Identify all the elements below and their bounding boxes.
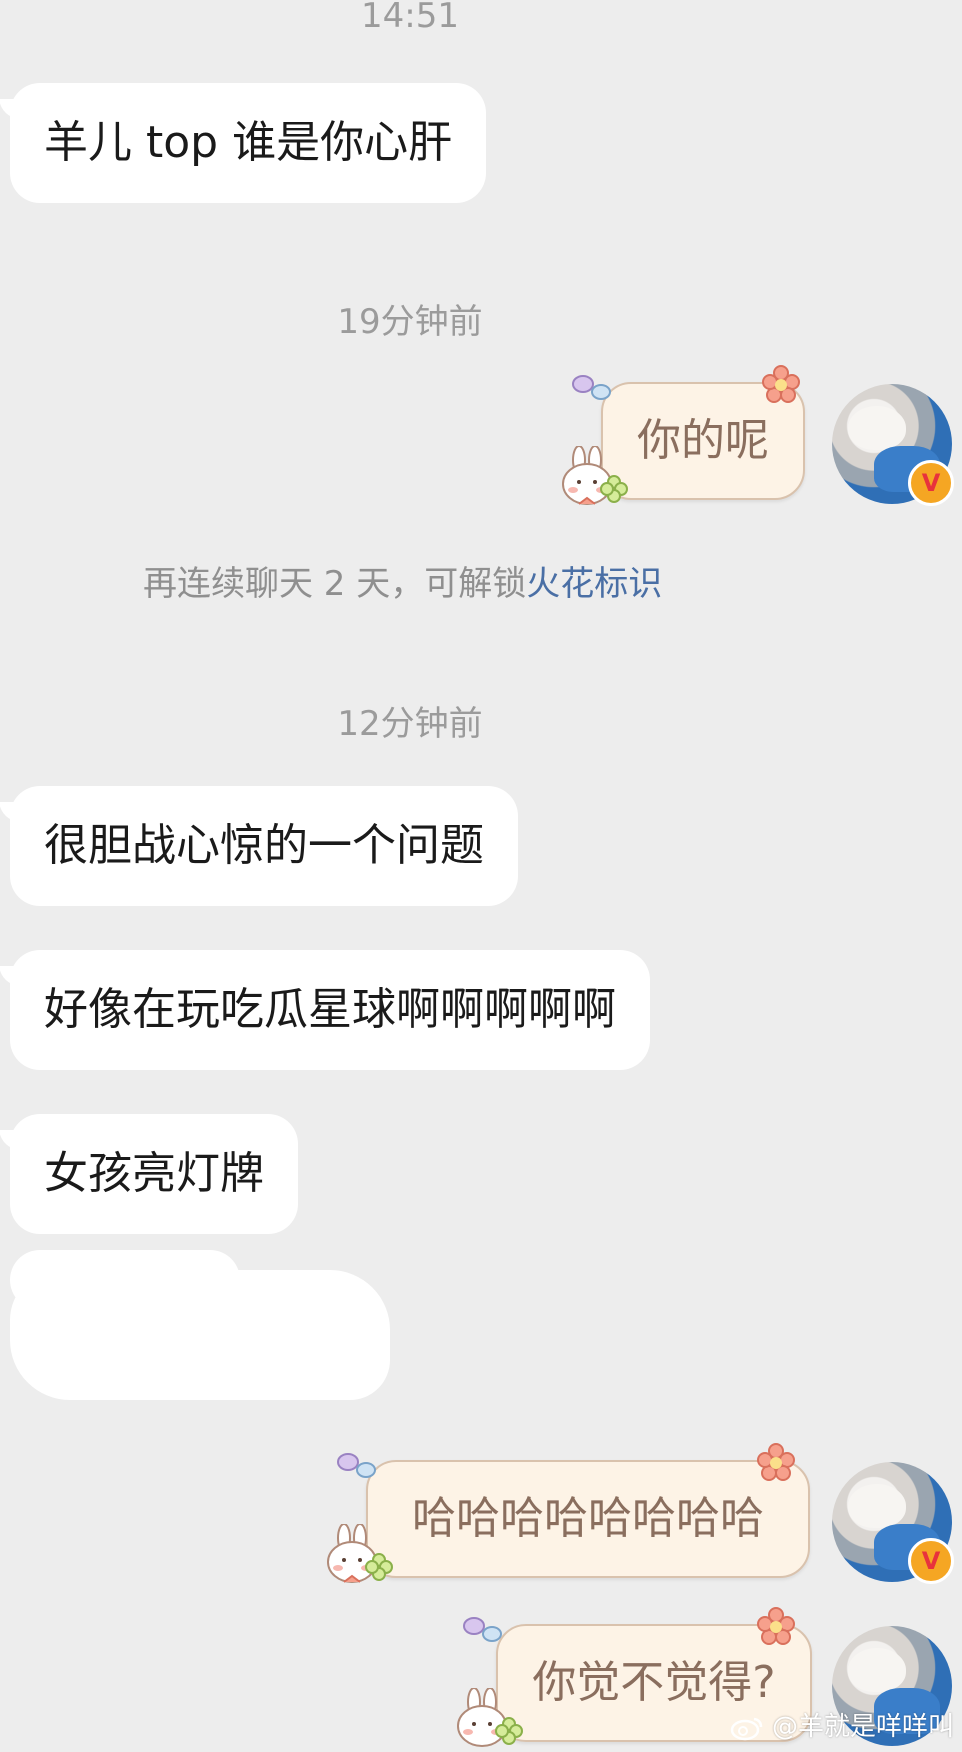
message-bubble-incoming[interactable]: 羊儿 top 谁是你心肝 <box>10 83 487 203</box>
flower-icon <box>757 1607 795 1645</box>
avatar-lamb <box>848 1484 906 1528</box>
user-avatar[interactable]: V <box>832 384 954 506</box>
message-bubble-incoming[interactable]: 好像在玩吃瓜星球啊啊啊啊啊 <box>10 950 650 1070</box>
clover-icon <box>495 1717 523 1745</box>
avatar-lamb <box>848 1648 906 1692</box>
butterfly-icon <box>463 1617 502 1642</box>
message-bubble-incoming[interactable]: 很胆战心惊的一个问题 <box>10 786 518 906</box>
clover-icon <box>600 475 628 503</box>
verified-badge-icon: V <box>908 1538 954 1584</box>
message-group-outgoing: 哈哈哈哈哈哈哈哈 <box>327 1443 820 1588</box>
timestamp: 14:51 <box>361 0 459 36</box>
timestamp: 19分钟前 <box>337 302 483 342</box>
flower-icon <box>762 365 800 403</box>
weibo-logo-icon <box>730 1717 762 1740</box>
verified-badge-icon: V <box>908 460 954 506</box>
avatar-lamb <box>848 406 906 450</box>
message-bubble-outgoing[interactable]: 哈哈哈哈哈哈哈哈 <box>366 1460 810 1578</box>
butterfly-icon <box>572 375 611 400</box>
message-group-outgoing: 你的呢 <box>562 365 820 510</box>
message-bubble-incoming[interactable]: 女孩亮灯牌 <box>10 1114 298 1234</box>
watermark-text: @羊就是咩咩叫 <box>771 1712 954 1742</box>
streak-hint-text: 再连续聊天 2 天，可解锁 <box>143 564 527 604</box>
streak-hint: 再连续聊天 2 天，可解锁火花标识 <box>143 556 662 605</box>
spark-badge-link[interactable]: 火花标识 <box>526 564 662 604</box>
butterfly-icon <box>337 1453 376 1478</box>
flower-icon <box>757 1443 795 1481</box>
watermark: @羊就是咩咩叫 <box>730 1706 954 1743</box>
timestamp: 12分钟前 <box>337 704 483 744</box>
redacted-scribble <box>10 1250 240 1310</box>
clover-icon <box>365 1553 393 1581</box>
user-avatar[interactable]: V <box>832 1462 954 1584</box>
